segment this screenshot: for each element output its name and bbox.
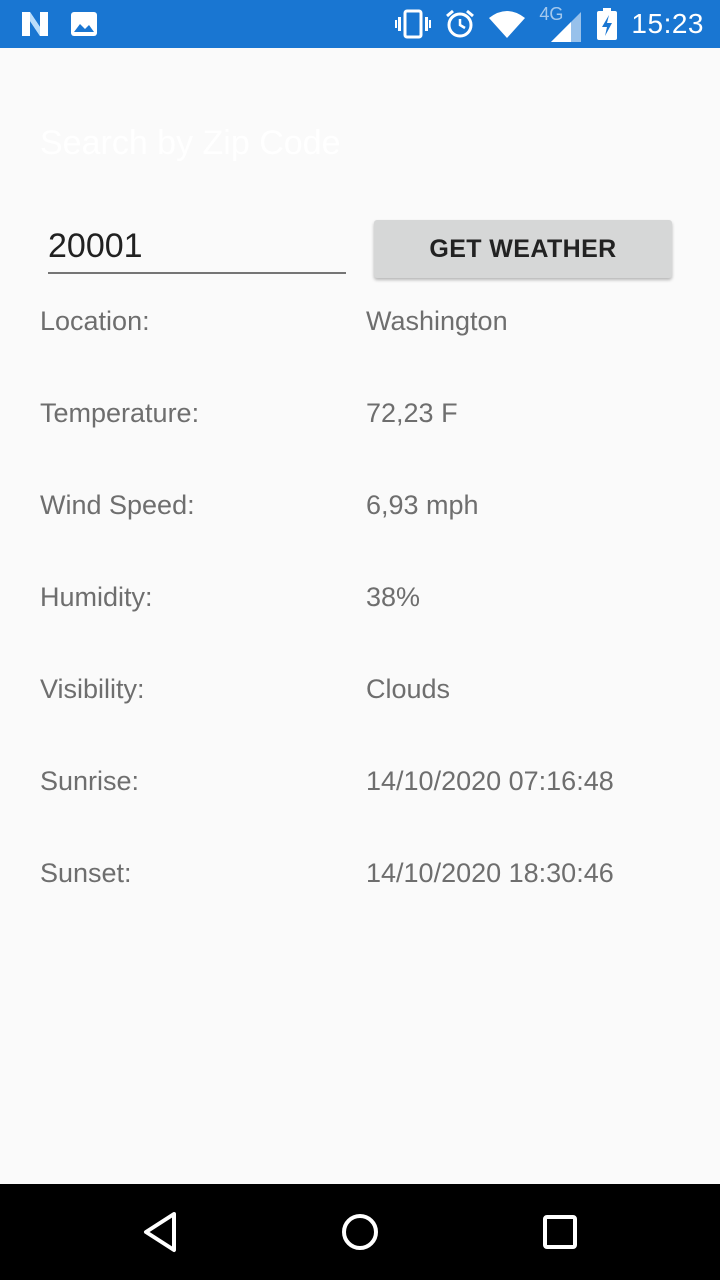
get-weather-button[interactable]: GET WEATHER [374, 220, 672, 278]
notification-icons [20, 10, 98, 38]
image-icon [71, 12, 97, 36]
battery-charging-icon [597, 8, 618, 40]
wifi-icon [489, 11, 526, 38]
weather-row-wind-speed: Wind Speed: 6,93 mph [0, 490, 720, 530]
humidity-value: 38% [366, 582, 421, 612]
location-value: Washington [366, 306, 508, 336]
vibrate-icon [395, 9, 432, 39]
weather-row-visibility: Visibility: Clouds [0, 674, 720, 714]
app-content: Search by Zip Code GET WEATHER Location:… [0, 48, 720, 1184]
status-bar: 4G 15:23 [0, 0, 720, 48]
alarm-icon [446, 9, 475, 38]
weather-row-temperature: Temperature: 72,23 F [0, 398, 720, 438]
clock: 15:23 [631, 8, 704, 39]
humidity-label: Humidity: [40, 582, 153, 612]
sunset-label: Sunset: [40, 858, 132, 888]
sunrise-value: 14/10/2020 07:16:48 [366, 766, 614, 796]
signal-icon [551, 12, 582, 42]
n-logo-icon [22, 12, 48, 36]
visibility-value: Clouds [366, 674, 451, 704]
zip-code-input[interactable] [48, 220, 346, 274]
weather-row-humidity: Humidity: 38% [0, 582, 720, 622]
system-icons: 4G 15:23 [395, 0, 704, 48]
sunrise-label: Sunrise: [40, 766, 140, 796]
temperature-value: 72,23 F [366, 398, 458, 428]
weather-row-sunset: Sunset: 14/10/2020 18:30:46 [0, 858, 720, 898]
location-label: Location: [40, 306, 150, 336]
navigation-bar [0, 1184, 720, 1280]
temperature-label: Temperature: [40, 398, 200, 428]
wind-speed-label: Wind Speed: [40, 490, 195, 520]
page-title: Search by Zip Code [40, 124, 341, 162]
weather-row-sunrise: Sunrise: 14/10/2020 07:16:48 [0, 766, 720, 806]
signal-indicator: 4G [539, 4, 583, 42]
recents-icon[interactable] [534, 1206, 586, 1258]
home-icon[interactable] [334, 1206, 386, 1258]
back-icon[interactable] [134, 1206, 186, 1258]
weather-row-location: Location: Washington [0, 306, 720, 346]
visibility-label: Visibility: [40, 674, 145, 704]
sunset-value: 14/10/2020 18:30:46 [366, 858, 614, 888]
wind-speed-value: 6,93 mph [366, 490, 479, 520]
